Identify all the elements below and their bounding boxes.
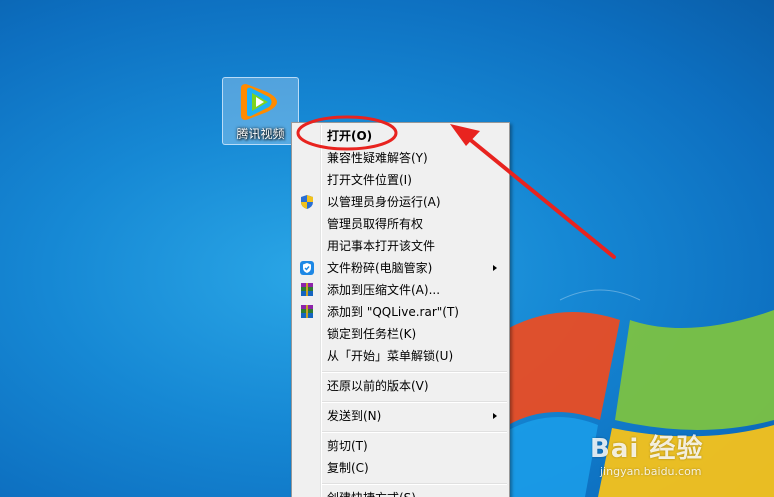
winrar-icon — [301, 305, 313, 318]
menu-item-compatibility-troubleshoot[interactable]: 兼容性疑难解答(Y) — [294, 147, 507, 169]
menu-item-send-to[interactable]: 发送到(N) — [294, 405, 507, 427]
menu-separator — [322, 401, 507, 403]
menu-item-open-with-notepad[interactable]: 用记事本打开该文件 — [294, 235, 507, 257]
menu-item-add-to-qqlive-rar[interactable]: 添加到 "QQLive.rar"(T) — [294, 301, 507, 323]
menu-item-copy[interactable]: 复制(C) — [294, 457, 507, 479]
winrar-icon — [301, 283, 313, 296]
menu-item-label: 复制(C) — [327, 461, 369, 475]
menu-item-label: 锁定到任务栏(K) — [327, 327, 417, 341]
menu-item-unpin-from-start[interactable]: 从「开始」菜单解锁(U) — [294, 345, 507, 367]
menu-item-file-shredder[interactable]: 文件粉碎(电脑管家) — [294, 257, 507, 279]
tencent-video-icon — [241, 84, 277, 120]
uac-shield-icon — [301, 195, 313, 209]
menu-separator — [322, 371, 507, 373]
menu-item-label: 剪切(T) — [327, 439, 368, 453]
baidu-jingyan-watermark: Bai 经验 jingyan.baidu.com — [590, 428, 703, 478]
menu-item-restore-previous-versions[interactable]: 还原以前的版本(V) — [294, 375, 507, 397]
menu-item-label: 用记事本打开该文件 — [327, 239, 436, 253]
menu-item-label: 打开文件位置(I) — [327, 173, 412, 187]
menu-separator — [322, 431, 507, 433]
menu-item-label: 打开(O) — [327, 129, 373, 143]
menu-item-label: 管理员取得所有权 — [327, 217, 424, 231]
menu-item-label: 以管理员身份运行(A) — [327, 195, 441, 209]
menu-item-label: 发送到(N) — [327, 409, 382, 423]
menu-item-label: 兼容性疑难解答(Y) — [327, 151, 428, 165]
menu-item-label: 还原以前的版本(V) — [327, 379, 429, 393]
watermark-url: jingyan.baidu.com — [600, 465, 702, 478]
menu-item-label: 从「开始」菜单解锁(U) — [327, 349, 454, 363]
menu-item-run-as-admin[interactable]: 以管理员身份运行(A) — [294, 191, 507, 213]
context-menu: 打开(O) 兼容性疑难解答(Y) 打开文件位置(I) 以管理员身份运行(A) 管… — [291, 122, 510, 497]
menu-item-open-file-location[interactable]: 打开文件位置(I) — [294, 169, 507, 191]
menu-item-pin-to-taskbar[interactable]: 锁定到任务栏(K) — [294, 323, 507, 345]
watermark-brand: Bai 经验 — [590, 434, 704, 464]
menu-item-open[interactable]: 打开(O) — [294, 125, 507, 147]
desktop-icon-label: 腾讯视频 — [236, 127, 285, 141]
menu-item-label: 添加到 "QQLive.rar"(T) — [327, 305, 459, 319]
menu-item-cut[interactable]: 剪切(T) — [294, 435, 507, 457]
menu-item-label: 文件粉碎(电脑管家) — [327, 261, 433, 275]
menu-item-label: 创建快捷方式(S) — [327, 487, 416, 497]
menu-item-take-ownership[interactable]: 管理员取得所有权 — [294, 213, 507, 235]
submenu-arrow-icon — [493, 413, 497, 419]
menu-item-create-shortcut[interactable]: 创建快捷方式(S) — [294, 487, 507, 497]
menu-item-add-to-archive[interactable]: 添加到压缩文件(A)... — [294, 279, 507, 301]
submenu-arrow-icon — [493, 265, 497, 271]
pc-manager-shield-icon — [300, 261, 314, 275]
desktop: 腾讯视频 打开(O) 兼容性疑难解答(Y) 打开文件位置(I) 以管理员身份运行… — [0, 0, 774, 497]
menu-separator — [322, 483, 507, 485]
desktop-icon-tencent-video[interactable]: 腾讯视频 — [222, 77, 299, 145]
menu-item-label: 添加到压缩文件(A)... — [327, 283, 441, 297]
